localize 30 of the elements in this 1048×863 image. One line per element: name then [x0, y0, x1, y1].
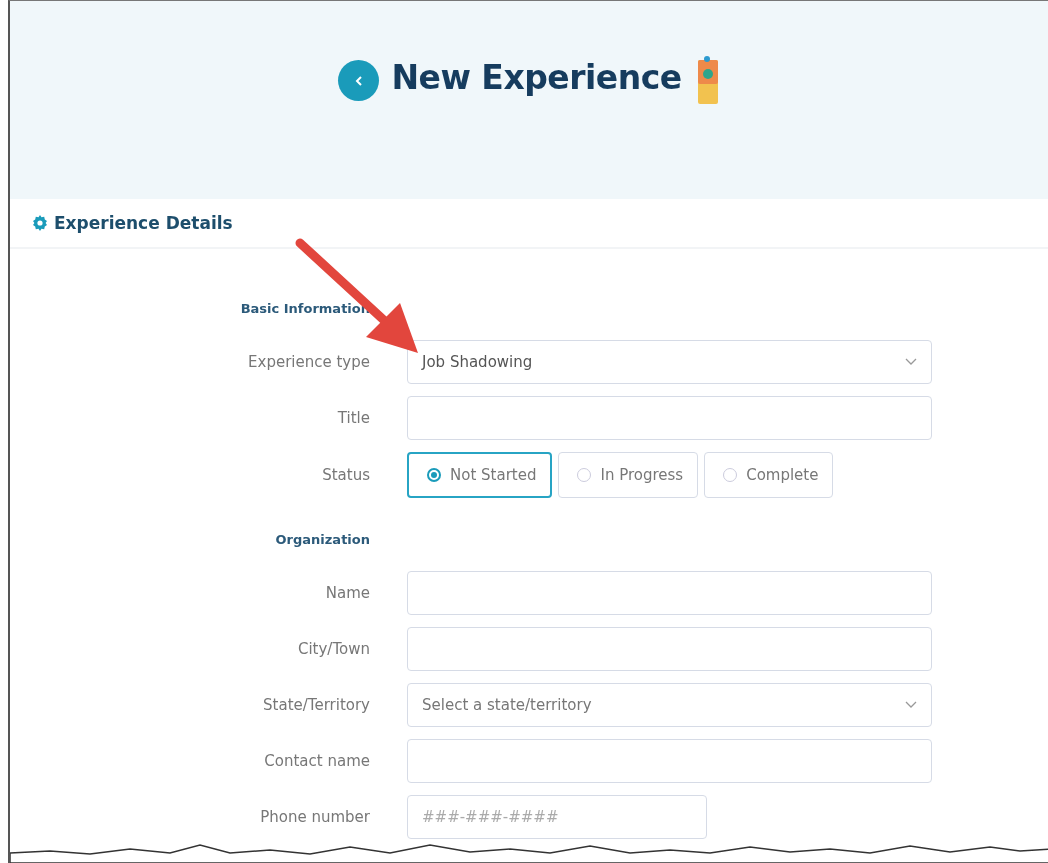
chevron-down-icon — [905, 701, 917, 709]
text-field[interactable] — [407, 739, 932, 783]
dropdown-placeholder: Select a state/territory — [422, 696, 592, 714]
field-label: Phone number — [259, 808, 370, 826]
field-label: City/Town — [296, 640, 370, 658]
field-label: Status — [321, 466, 370, 484]
chevron-down-icon — [905, 358, 917, 366]
field-label: Contact name — [263, 752, 370, 770]
field-label: State/Territory — [262, 696, 370, 714]
dropdown[interactable]: Job Shadowing — [407, 340, 932, 384]
phone-field[interactable]: ###-###-#### — [407, 795, 707, 839]
text-field[interactable] — [407, 627, 932, 671]
chevron-left-icon — [353, 74, 364, 87]
text-field[interactable] — [407, 396, 932, 440]
status-option[interactable]: In Progress — [558, 452, 699, 498]
section-title: Experience Details — [54, 213, 233, 233]
dropdown-value: Job Shadowing — [422, 353, 533, 371]
status-option[interactable]: Not Started — [407, 452, 553, 498]
text-field[interactable] — [407, 571, 932, 615]
radio-icon — [427, 468, 441, 482]
field-label: Title — [336, 409, 370, 427]
page-title: New Experience — [391, 58, 682, 97]
field-label: Name — [324, 584, 370, 602]
back-button[interactable] — [338, 60, 380, 101]
status-option[interactable]: Complete — [704, 452, 834, 498]
field-label: Experience type — [247, 353, 370, 371]
group-heading: Organization — [274, 532, 370, 547]
dropdown[interactable]: Select a state/territory — [407, 683, 932, 727]
gear-icon — [32, 215, 48, 231]
group-heading: Basic Information — [239, 301, 370, 316]
